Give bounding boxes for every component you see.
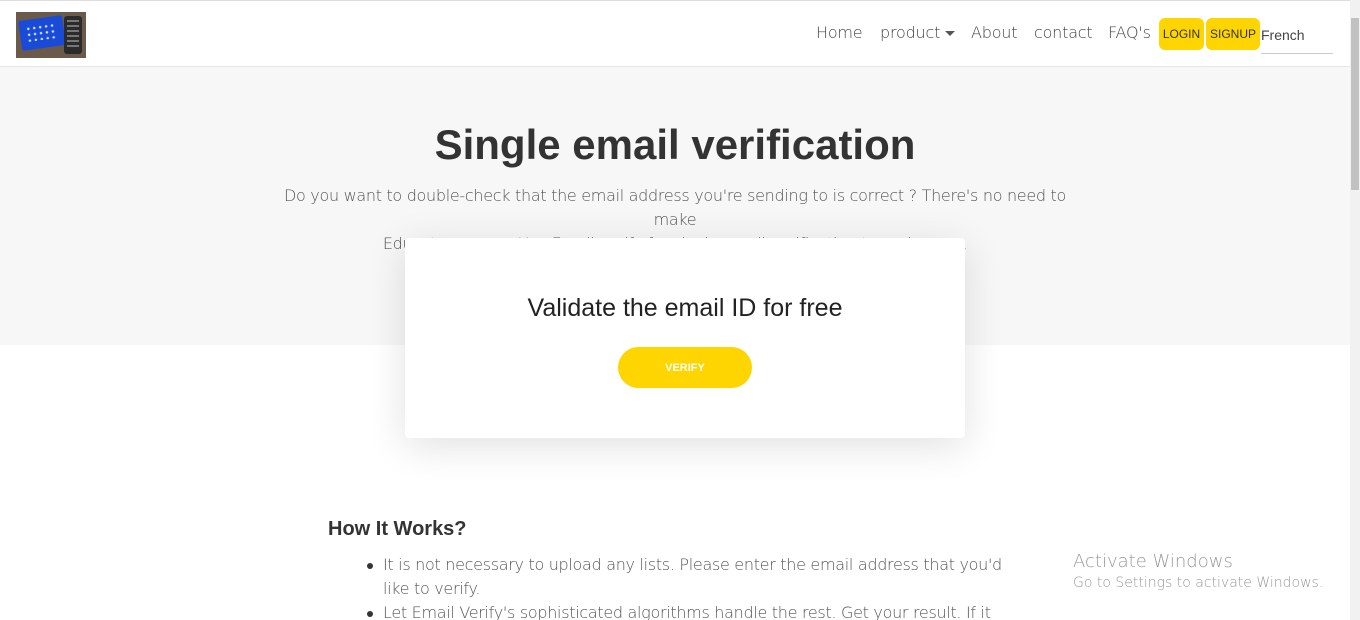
nav-product-label: product [880,23,941,42]
nav-home[interactable]: Home [816,23,863,42]
nav-about[interactable]: About [971,23,1018,42]
watermark-title: Activate Windows [1073,551,1233,572]
how-it-works-title: How It Works? [328,518,467,540]
logo-device-screen [18,15,66,51]
nav-faq[interactable]: FAQ's [1108,23,1151,42]
nav-contact[interactable]: contact [1034,23,1093,42]
how-it-works-list: It is not necessary to upload any lists.… [367,553,1013,620]
verify-card: Validate the email ID for free VERIFY [405,238,965,438]
login-button[interactable]: LOGIN [1159,18,1204,50]
scrollbar-thumb[interactable] [1351,18,1359,190]
activate-windows-watermark: Activate Windows Go to Settings to activ… [1073,551,1323,591]
chevron-down-icon [945,31,956,36]
page-scrollbar[interactable] [1350,0,1360,620]
verify-button[interactable]: VERIFY [618,347,752,388]
watermark-subtitle: Go to Settings to activate Windows. [1073,575,1324,591]
list-item: It is not necessary to upload any lists.… [367,553,1013,601]
page-title: Single email verification [434,121,916,168]
list-item: Let Email Verify's sophisticated algorit… [367,601,1013,620]
language-select[interactable]: French [1261,25,1333,54]
nav-product[interactable]: product [880,23,956,42]
site-logo[interactable] [16,12,86,58]
signup-button[interactable]: SIGNUP [1206,18,1260,50]
logo-device-keypad [64,16,82,54]
card-title: Validate the email ID for free [527,294,843,322]
site-header: Home product About contact FAQ's LOGIN S… [0,0,1350,67]
hero-subtitle-line: Do you want to double-check that the ema… [283,186,1067,229]
